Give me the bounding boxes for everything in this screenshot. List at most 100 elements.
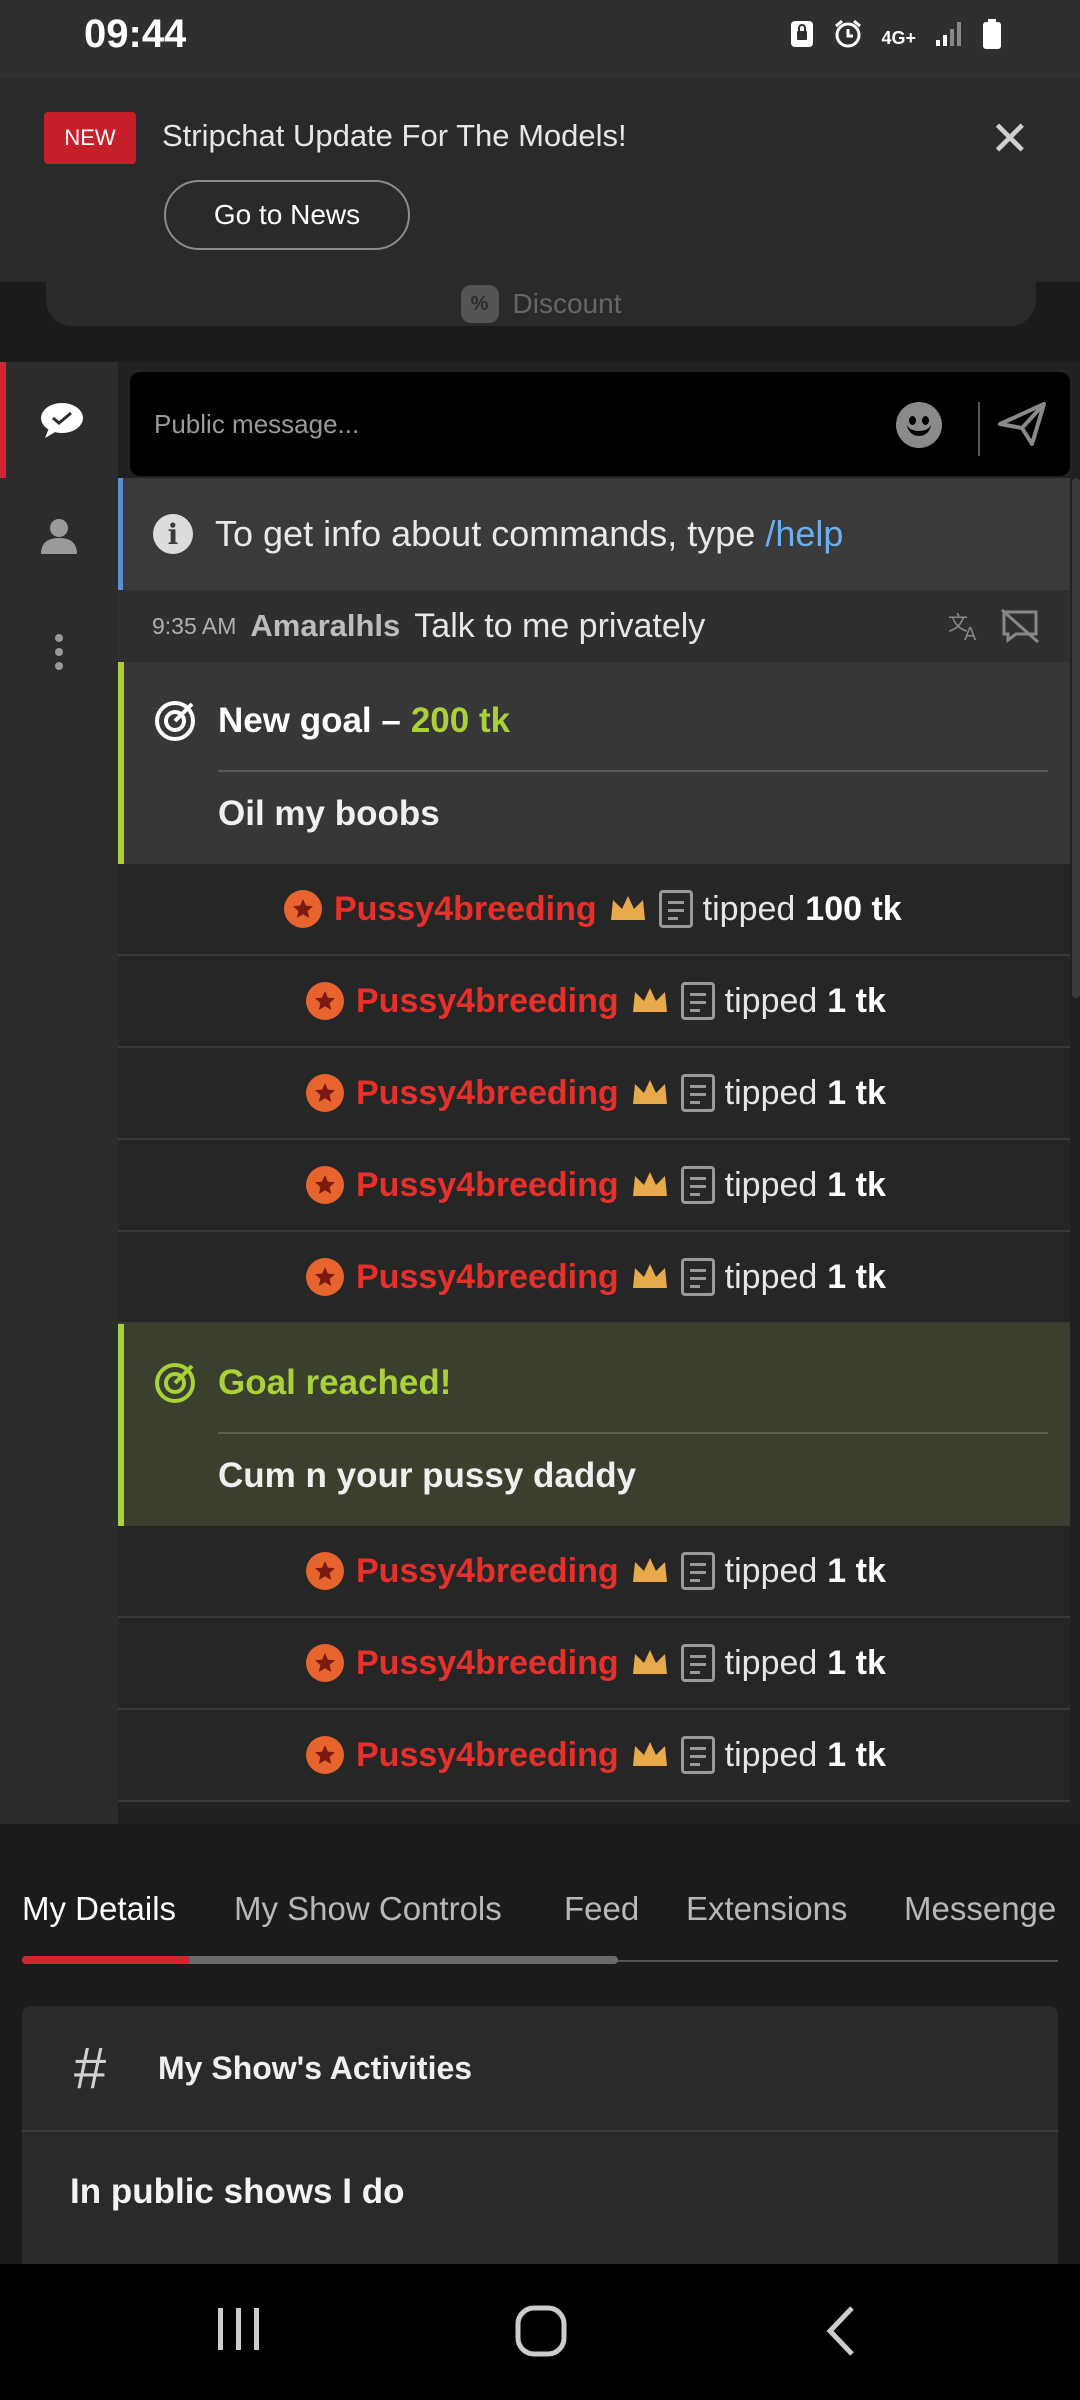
sidebar-item-more[interactable] <box>0 594 118 710</box>
public-message-input[interactable] <box>154 398 874 450</box>
tip-username[interactable]: Pussy4breeding <box>356 1258 619 1297</box>
emoji-icon[interactable] <box>896 402 942 448</box>
go-to-news-button[interactable]: Go to News <box>164 180 410 250</box>
help-info-row: i To get info about commands, type /help <box>118 478 1070 590</box>
banner-title: Stripchat Update For The Models! <box>162 118 627 153</box>
tip-amount: 1 tk <box>827 1165 886 1204</box>
discount-label: Discount <box>512 288 622 319</box>
user-icon <box>41 519 77 554</box>
chat-sidebar <box>0 362 118 1824</box>
tip-action: tipped <box>724 1073 818 1112</box>
star-badge-icon <box>306 1258 344 1296</box>
tab-my-show-controls[interactable]: My Show Controls <box>234 1890 502 1928</box>
tip-username[interactable]: Pussy4breeding <box>356 1074 619 1113</box>
show-activities-header[interactable]: # My Show's Activities <box>22 2006 1058 2132</box>
help-info-text: To get info about commands, type <box>215 513 756 554</box>
tip-action: tipped <box>724 1165 818 1204</box>
chat-bubble-icon <box>41 403 83 438</box>
crown-icon <box>632 1558 667 1582</box>
goal-divider <box>218 770 1048 772</box>
chat-message: 9:35 AM Amaralhls Talk to me privately 文… <box>118 590 1070 662</box>
show-activities-title: My Show's Activities <box>158 2049 473 2086</box>
goal-reached-description: Cum n your pussy daddy <box>218 1456 637 1495</box>
message-text: Talk to me privately <box>414 606 706 645</box>
info-icon: i <box>153 514 193 554</box>
sidebar-item-users[interactable] <box>0 478 118 594</box>
document-icon <box>680 1552 715 1590</box>
crown-icon <box>632 988 667 1012</box>
status-icons: 4G+ <box>789 18 1002 57</box>
sidebar-item-chat[interactable] <box>0 362 118 478</box>
document-icon <box>680 982 715 1020</box>
goal-divider <box>218 1432 1048 1434</box>
crown-icon <box>632 1172 667 1196</box>
svg-text:A: A <box>964 624 977 642</box>
tip-username[interactable]: Pussy4breeding <box>334 890 597 929</box>
chat-main: i To get info about commands, type /help… <box>118 362 1080 1824</box>
tab-feed[interactable]: Feed <box>564 1890 639 1928</box>
star-badge-icon <box>284 890 322 928</box>
tab-messenger[interactable]: Messenge <box>904 1890 1056 1928</box>
tip-username[interactable]: Pussy4breeding <box>356 1644 619 1683</box>
crown-icon <box>632 1264 667 1288</box>
goal-reached-title: Goal reached! <box>218 1363 452 1402</box>
crown-icon <box>632 1650 667 1674</box>
update-banner: NEW Stripchat Update For The Models! Go … <box>0 78 1080 282</box>
signal-icon <box>934 20 964 55</box>
crown-icon <box>632 1080 667 1104</box>
tip-username[interactable]: Pussy4breeding <box>356 1166 619 1205</box>
new-goal-block: New goal – 200 tk Oil my boobs <box>118 662 1070 864</box>
status-bar: 09:44 4G+ <box>0 0 1080 78</box>
close-icon[interactable]: ✕ <box>990 116 1030 164</box>
tip-row: Pussy4breeding tipped 1 tk <box>118 1618 1070 1710</box>
network-type-label: 4G+ <box>881 27 916 48</box>
details-tabs: My Details My Show Controls Feed Extensi… <box>0 1860 1080 1964</box>
hide-message-icon[interactable] <box>1000 608 1040 649</box>
chat-messages: i To get info about commands, type /help… <box>118 478 1070 1802</box>
document-icon <box>680 1736 715 1774</box>
tip-list: Pussy4breeding tipped 1 tk Pussy4breeding ti… <box>118 1526 1070 1802</box>
target-icon <box>155 1363 195 1403</box>
tab-extensions[interactable]: Extensions <box>686 1890 847 1928</box>
tip-username[interactable]: Pussy4breeding <box>356 982 619 1021</box>
tip-amount: 1 tk <box>827 1257 886 1296</box>
recent-apps-icon[interactable] <box>214 2304 264 2354</box>
tab-my-details[interactable]: My Details <box>22 1890 176 1928</box>
star-badge-icon <box>306 1552 344 1590</box>
discount-strip: % Discount <box>0 282 1080 362</box>
message-username[interactable]: Amaralhls <box>250 608 400 644</box>
tip-amount: 1 tk <box>827 1643 886 1682</box>
document-icon <box>680 1258 715 1296</box>
chat-scrollbar[interactable] <box>1072 478 1080 998</box>
tip-row: Pussy4breeding tipped 1 tk <box>118 956 1070 1048</box>
star-badge-icon <box>306 1074 344 1112</box>
discount-button[interactable]: % Discount <box>46 282 1036 326</box>
document-icon <box>680 1644 715 1682</box>
tip-row: Pussy4breeding tipped 1 tk <box>118 1048 1070 1140</box>
public-shows-label: In public shows I do <box>70 2172 405 2211</box>
star-badge-icon <box>306 1736 344 1774</box>
crown-icon <box>610 896 645 920</box>
goal-description: Oil my boobs <box>218 794 440 833</box>
tip-action: tipped <box>702 889 796 928</box>
discount-icon: % <box>460 285 499 323</box>
chat-region: i To get info about commands, type /help… <box>0 362 1080 1824</box>
tip-amount: 1 tk <box>827 1551 886 1590</box>
tip-username[interactable]: Pussy4breeding <box>356 1552 619 1591</box>
send-icon[interactable] <box>996 398 1048 450</box>
crown-icon <box>632 1742 667 1766</box>
target-icon <box>155 701 195 741</box>
back-icon[interactable] <box>822 2304 862 2358</box>
star-badge-icon <box>306 982 344 1020</box>
tip-row: Pussy4breeding tipped 1 tk <box>118 1232 1070 1324</box>
translate-icon[interactable]: 文A <box>948 610 984 650</box>
input-divider <box>978 402 980 456</box>
goal-title: New goal – <box>218 701 401 740</box>
show-activities-card: # My Show's Activities In public shows I… <box>22 2006 1058 2266</box>
message-time: 9:35 AM <box>152 612 237 639</box>
home-icon[interactable] <box>514 2304 568 2358</box>
tip-action: tipped <box>724 981 818 1020</box>
tip-username[interactable]: Pussy4breeding <box>356 1736 619 1775</box>
help-command-link[interactable]: /help <box>765 513 843 555</box>
star-badge-icon <box>306 1644 344 1682</box>
